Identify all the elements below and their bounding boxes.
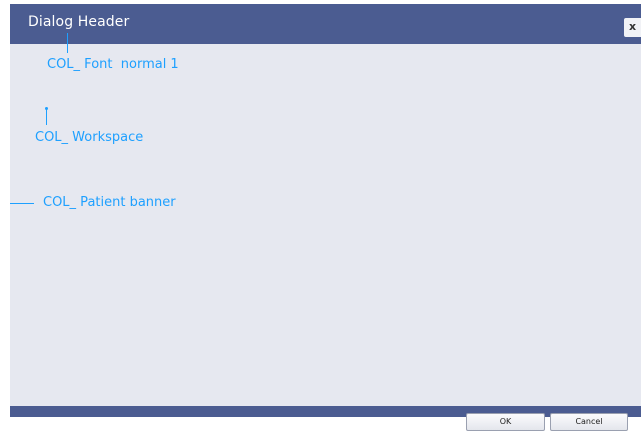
dialog-workspace: OK Cancel: [10, 44, 641, 431]
annotation-patient-banner: COL_ Patient banner: [43, 195, 176, 210]
cancel-button[interactable]: Cancel: [550, 413, 628, 431]
ok-button[interactable]: OK: [466, 413, 545, 431]
annotation-font-normal: COL_ Font normal 1: [47, 57, 179, 72]
workspace-leader-line: [46, 109, 47, 125]
patient-banner-leader-line: [10, 203, 34, 204]
annotation-workspace: COL_ Workspace: [35, 130, 144, 145]
dialog-header-title: Dialog Header: [28, 14, 130, 30]
close-button[interactable]: x: [624, 18, 641, 37]
font-normal-leader-line: [67, 33, 68, 53]
